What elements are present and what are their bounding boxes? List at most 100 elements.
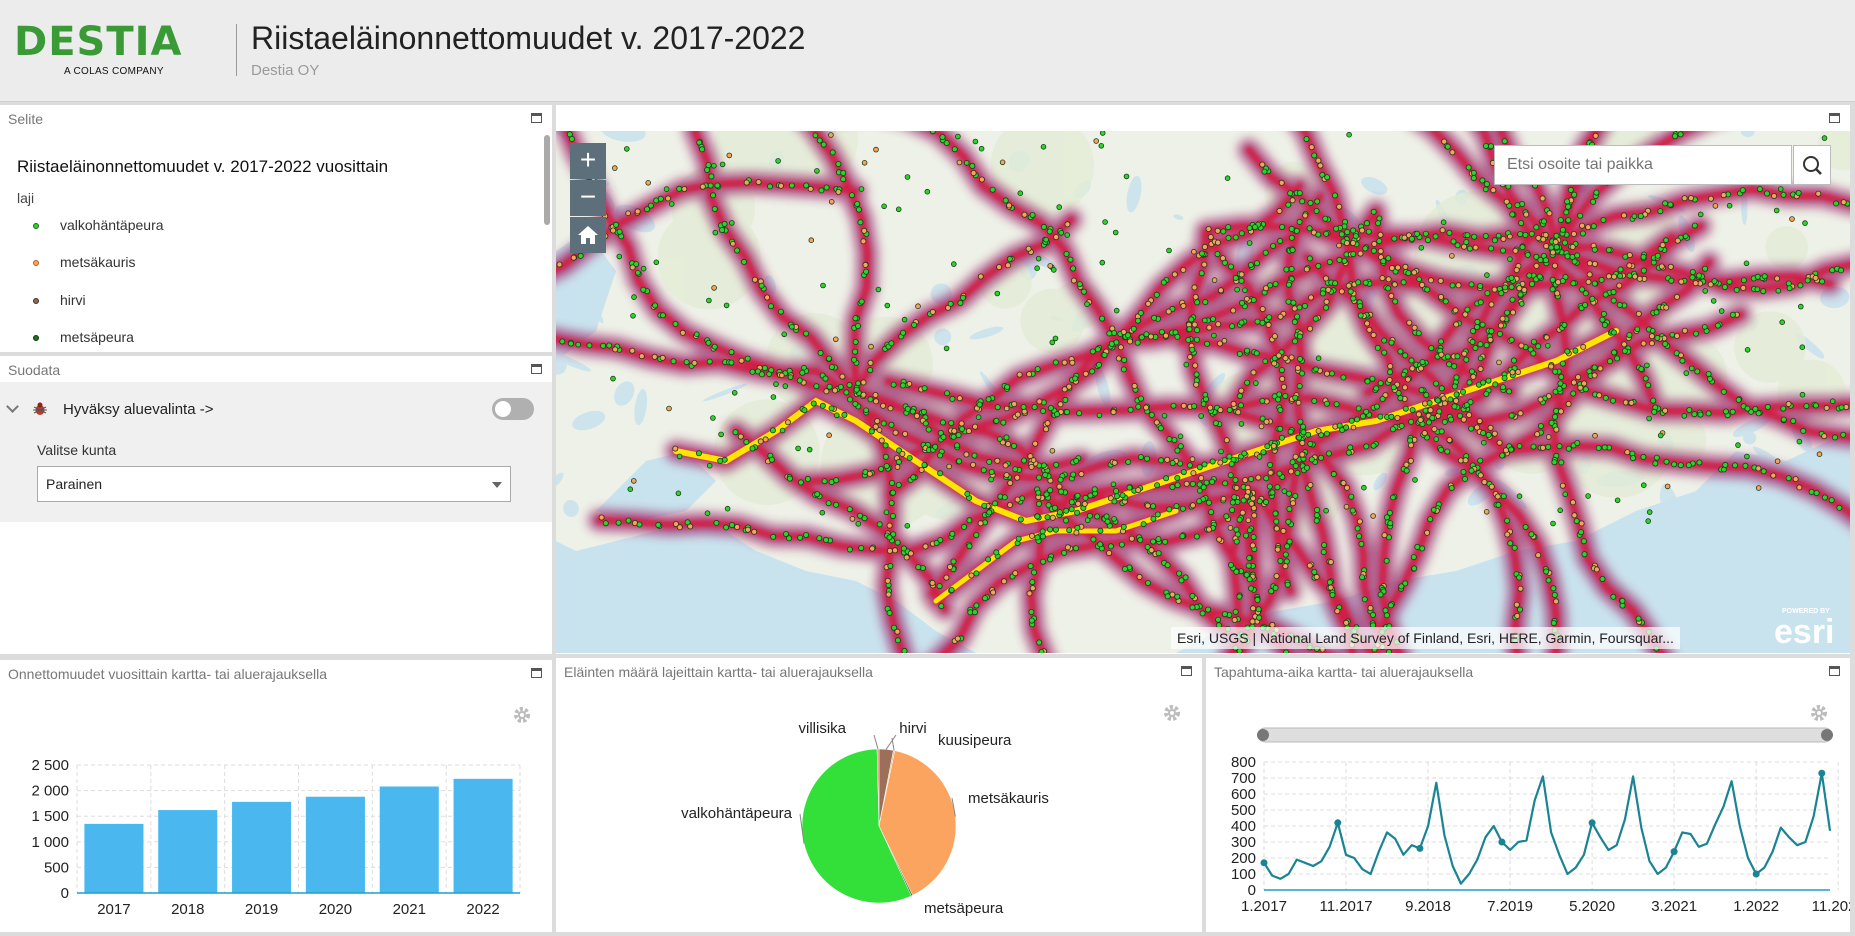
incident-point <box>726 152 733 159</box>
chevron-down-icon[interactable] <box>6 400 19 413</box>
search-button[interactable] <box>1793 145 1831 185</box>
incident-point <box>1040 558 1047 565</box>
incident-point <box>1291 318 1298 325</box>
incident-point <box>1245 517 1252 524</box>
incident-point <box>1491 430 1498 437</box>
incident-point <box>1282 393 1289 400</box>
incident-point <box>1556 443 1563 450</box>
incident-point <box>1218 448 1224 455</box>
incident-point <box>833 412 840 419</box>
incident-point <box>1542 257 1549 264</box>
incident-point <box>1315 231 1322 238</box>
incident-point <box>1194 327 1201 334</box>
incident-point <box>1602 394 1609 401</box>
incident-point <box>1245 562 1252 569</box>
incident-point <box>1414 543 1421 550</box>
incident-point <box>1029 579 1036 586</box>
incident-point <box>1210 315 1217 322</box>
incident-point <box>1183 361 1190 368</box>
incident-point <box>1605 273 1612 280</box>
incident-point <box>921 461 928 468</box>
incident-point <box>1029 585 1036 592</box>
incident-point <box>1068 499 1075 506</box>
maximize-icon[interactable] <box>531 113 542 123</box>
incident-point <box>788 182 795 189</box>
incident-point <box>1397 395 1404 402</box>
incident-point <box>1462 457 1469 464</box>
y-tick-label: 700 <box>1231 770 1256 787</box>
incident-point <box>1539 195 1546 202</box>
incident-point <box>1039 533 1046 540</box>
incident-point <box>1545 577 1552 584</box>
incident-point <box>937 452 944 459</box>
incident-point <box>1138 334 1145 341</box>
filter-toggle[interactable] <box>492 398 534 420</box>
esri-text: esri <box>1774 613 1835 649</box>
legend-item-label: valkohäntäpeura <box>60 217 164 233</box>
incident-point <box>672 445 679 452</box>
incident-point <box>1267 461 1274 468</box>
map-attribution: Esri, USGS | National Land Survey of Fin… <box>1171 627 1680 649</box>
incident-point <box>810 400 817 407</box>
incident-point <box>1228 263 1235 270</box>
incident-point <box>1761 273 1768 280</box>
incident-point <box>1833 200 1840 207</box>
zoom-in-button[interactable]: + <box>570 143 606 179</box>
incident-point <box>1296 434 1303 441</box>
maximize-icon[interactable] <box>531 364 542 374</box>
incident-point <box>1517 585 1524 592</box>
incident-point <box>946 463 952 470</box>
incident-point <box>943 345 950 352</box>
incident-point <box>1336 203 1343 210</box>
address-search[interactable] <box>1494 145 1793 185</box>
search-input[interactable] <box>1495 146 1793 184</box>
pie-label: kuusipeura <box>938 732 1012 749</box>
incident-point <box>1290 299 1297 306</box>
incident-point <box>1270 442 1277 449</box>
incident-point <box>1002 197 1009 204</box>
incident-point <box>1450 238 1457 245</box>
incident-point <box>1174 593 1181 600</box>
incident-point <box>761 365 768 372</box>
incident-point <box>957 299 964 306</box>
maximize-icon[interactable] <box>1829 113 1840 123</box>
incident-point <box>1040 407 1047 414</box>
incident-point <box>1233 538 1240 545</box>
incident-point <box>1514 612 1521 619</box>
incident-point <box>1577 212 1584 219</box>
incident-point <box>1161 412 1168 419</box>
incident-point <box>1369 375 1376 382</box>
incident-point <box>1283 266 1290 273</box>
incident-point <box>1193 381 1200 388</box>
incident-point <box>769 427 776 434</box>
incident-point <box>1073 529 1080 536</box>
incident-point <box>1174 447 1181 454</box>
incident-point <box>868 428 875 435</box>
incident-point <box>970 170 977 177</box>
incident-point <box>1432 233 1439 240</box>
incident-point <box>1220 495 1227 502</box>
incident-point <box>606 342 613 349</box>
home-button[interactable] <box>570 217 606 253</box>
incident-point <box>1436 408 1443 415</box>
toggle-knob <box>495 401 511 417</box>
incident-point <box>1441 418 1448 425</box>
map-view[interactable]: + − Esri, USGS | National Land Survey of… <box>556 131 1850 653</box>
incident-point <box>1294 364 1301 371</box>
incident-point <box>1559 360 1566 367</box>
municipality-select[interactable]: Parainen <box>37 466 511 502</box>
incident-point <box>1031 404 1038 411</box>
legend-scrollbar[interactable] <box>544 135 550 225</box>
incident-point <box>1373 385 1380 392</box>
incident-point <box>1289 197 1296 204</box>
incident-point <box>968 572 975 579</box>
incident-point <box>1449 149 1456 156</box>
incident-point <box>1485 431 1492 438</box>
incident-point <box>1153 291 1160 298</box>
incident-point <box>823 388 830 395</box>
incident-point <box>1323 304 1330 311</box>
map-canvas[interactable] <box>556 131 1850 653</box>
incident-point <box>1376 238 1383 245</box>
zoom-out-button[interactable]: − <box>570 180 606 216</box>
incident-point <box>823 184 830 191</box>
